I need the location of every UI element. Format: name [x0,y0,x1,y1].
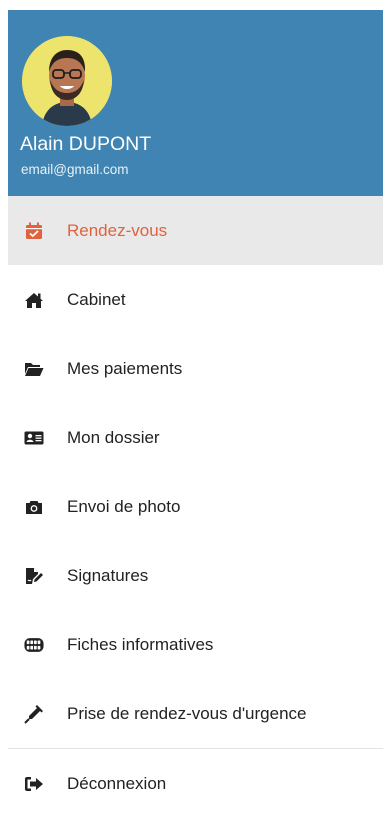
menu-item-signatures[interactable]: Signatures [8,541,383,610]
user-name: Alain DUPONT [20,133,152,155]
menu-item-label: Déconnexion [67,773,167,793]
menu-item-fiches-informatives[interactable]: Fiches informatives [8,610,383,679]
menu-item-label: Rendez-vous [67,220,168,240]
menu-item-label: Mes paiements [67,358,183,378]
teeth-icon [24,636,44,654]
menu-item-mes-paiements[interactable]: Mes paiements [8,334,383,403]
menu-item-label: Signatures [67,565,149,585]
camera-icon [24,498,44,516]
user-email: email@gmail.com [21,162,129,177]
menu-item-mon-dossier[interactable]: Mon dossier [8,403,383,472]
sign-out-icon [24,775,44,793]
id-card-icon [24,429,44,447]
menu-item-cabinet[interactable]: Cabinet [8,265,383,334]
menu-item-label: Cabinet [67,289,126,309]
calendar-check-icon [24,222,44,240]
syringe-icon [24,704,44,724]
avatar[interactable] [22,36,112,126]
menu-item-label: Fiches informatives [67,634,214,654]
home-icon [24,291,44,309]
menu-item-urgence[interactable]: Prise de rendez-vous d'urgence [8,679,383,748]
menu-item-deconnexion[interactable]: Déconnexion [8,749,383,818]
menu-item-label: Envoi de photo [67,496,181,516]
avatar-photo-icon [22,36,112,126]
menu-item-rendez-vous[interactable]: Rendez-vous [8,196,383,265]
menu-item-label: Mon dossier [67,427,160,447]
drawer-menu: Rendez-vous Cabinet Mes paiements Mon do… [8,196,383,818]
drawer-header: Alain DUPONT email@gmail.com [8,10,383,196]
folder-open-icon [24,360,44,378]
menu-item-envoi-de-photo[interactable]: Envoi de photo [8,472,383,541]
menu-item-label: Prise de rendez-vous d'urgence [67,703,307,723]
file-signature-icon [24,567,44,585]
